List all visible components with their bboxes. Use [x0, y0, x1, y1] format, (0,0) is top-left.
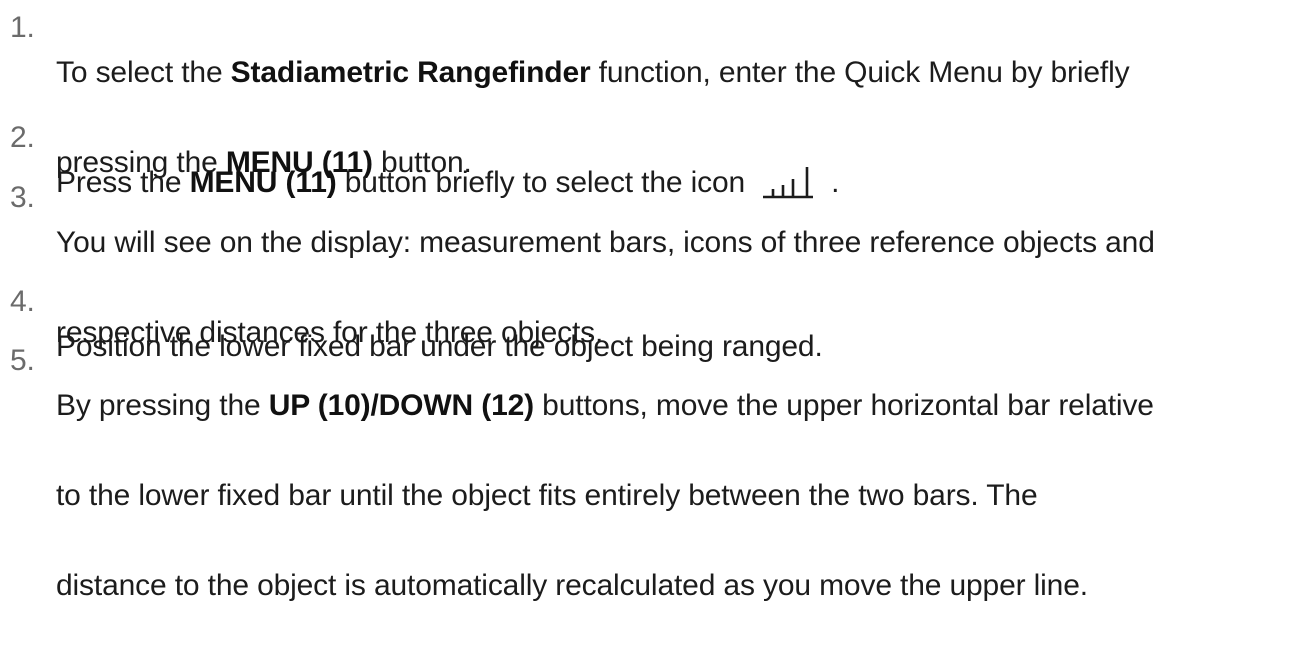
instruction-list: 1. To select the Stadiametric Rangefinde… — [0, 0, 1316, 602]
step-number: 5. — [10, 344, 35, 377]
step-number: 3. — [10, 181, 35, 214]
bold-term: Stadiametric Rangefinder — [230, 56, 591, 89]
step-line: to the lower fixed bar until the object … — [56, 479, 1038, 512]
step-line: To select the Stadiametric Rangefinder f… — [56, 50, 1316, 95]
step-line: You will see on the display: measurement… — [56, 226, 1155, 259]
text-run: function, enter the Quick Menu by briefl… — [590, 56, 1130, 89]
step-line: By pressing the UP (10)/DOWN (12) button… — [56, 383, 1316, 428]
text-run: By pressing the — [56, 389, 269, 422]
text-run: buttons, move the upper horizontal bar r… — [534, 389, 1154, 422]
step-number: 1. — [10, 11, 35, 44]
step-number: 4. — [10, 285, 35, 318]
bold-term: UP (10)/DOWN (12) — [268, 389, 534, 422]
text-run: To select the — [56, 56, 231, 89]
step-line: distance to the object is automatically … — [56, 569, 1088, 602]
step-number: 2. — [10, 121, 35, 154]
step-text: By pressing the UP (10)/DOWN (12) button… — [56, 338, 1316, 653]
